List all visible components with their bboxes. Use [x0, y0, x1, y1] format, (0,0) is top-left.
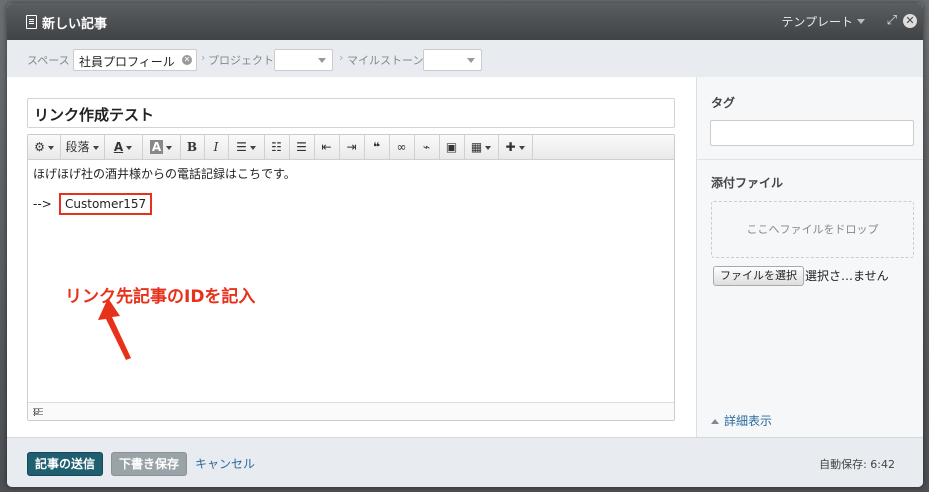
bullet-list-button[interactable]: ☷	[264, 135, 290, 159]
table-icon: ▦	[470, 140, 483, 154]
chevron-down-icon	[47, 145, 54, 150]
chevron-down-icon	[485, 145, 492, 150]
chevron-right-icon: ›	[339, 51, 344, 64]
tag-input[interactable]	[710, 120, 914, 146]
unlink-icon: ⌁	[422, 140, 431, 154]
rich-text-editor[interactable]: ⚙ 段落 A A B I ☰ ☷ ☰ ⇤ ⇥ ❝ ∞ ⌁ ▣ ▦ ✚ ほげほげ社…	[27, 134, 675, 421]
new-article-dialog: 新しい記事 テンプレート ⤢ ✕ スペース 社員プロフィール ✕ › プロジェク…	[7, 3, 923, 487]
italic-button[interactable]: I	[204, 135, 229, 159]
puzzle-icon: ✚	[505, 140, 516, 154]
indent-icon: ⇥	[346, 140, 357, 154]
dialog-footer: 記事の送信 下書き保存 キャンセル 自動保存: 6:42	[7, 437, 923, 487]
dialog-title: 新しい記事	[42, 17, 108, 32]
document-icon	[26, 15, 37, 29]
chevron-down-icon	[318, 58, 326, 63]
text-color-icon: A	[113, 140, 124, 154]
paragraph-format-select[interactable]: 段落	[60, 135, 105, 159]
paragraph-label: 段落	[65, 140, 90, 154]
plugin-menu[interactable]: ✚	[498, 135, 533, 159]
align-menu[interactable]: ☰	[228, 135, 265, 159]
project-label: プロジェクト	[208, 54, 274, 67]
link-button[interactable]: ∞	[389, 135, 415, 159]
table-menu[interactable]: ▦	[464, 135, 499, 159]
text-color-button[interactable]: A	[104, 135, 143, 159]
filter-bar: スペース 社員プロフィール ✕ › プロジェクト › マイルストーン	[7, 40, 923, 78]
sidebar: タグ 添付ファイル ここへファイルをドロップ ファイルを選択 選択さ…ません 詳…	[696, 77, 923, 437]
align-left-icon: ☰	[236, 140, 247, 154]
outdent-button[interactable]: ⇤	[314, 135, 340, 159]
close-icon[interactable]: ✕	[903, 14, 917, 28]
background-color-button[interactable]: A	[142, 135, 181, 159]
editor-statusbar: p	[28, 402, 674, 420]
template-menu[interactable]: テンプレート	[781, 13, 853, 30]
expand-icon[interactable]: ⤢	[887, 13, 897, 28]
chevron-down-icon	[126, 145, 133, 150]
link-icon: ∞	[396, 140, 407, 154]
bold-button[interactable]: B	[180, 135, 205, 159]
article-title-text: リンク作成テスト	[34, 106, 155, 124]
quote-icon: ❝	[372, 140, 381, 154]
gear-icon: ⚙	[34, 140, 45, 154]
chevron-down-icon[interactable]	[857, 19, 865, 24]
editor-line-1: ほげほげ社の酒井様からの電話記録はこちです。	[33, 167, 296, 181]
file-dropzone[interactable]: ここへファイルをドロップ	[711, 201, 914, 258]
editor-toolbar: ⚙ 段落 A A B I ☰ ☷ ☰ ⇤ ⇥ ❝ ∞ ⌁ ▣ ▦ ✚	[28, 135, 674, 160]
resize-grip-icon[interactable]	[33, 408, 43, 409]
autosave-status: 自動保存: 6:42	[819, 458, 895, 471]
article-title-input[interactable]: リンク作成テスト	[27, 98, 675, 128]
tag-label: タグ	[711, 96, 736, 110]
space-value: 社員プロフィール	[79, 55, 175, 69]
milestone-label: マイルストーン	[347, 54, 424, 67]
editor-area: リンク作成テスト ⚙ 段落 A A B I ☰ ☷ ☰ ⇤ ⇥ ❝ ∞ ⌁ ▣ …	[7, 77, 696, 437]
annotation-arrow-icon	[98, 298, 131, 360]
attachment-label: 添付ファイル	[711, 176, 784, 190]
clear-icon[interactable]: ✕	[182, 55, 192, 65]
chevron-down-icon	[166, 145, 173, 150]
cancel-link[interactable]: キャンセル	[195, 455, 255, 472]
space-label: スペース	[27, 54, 70, 67]
send-article-button[interactable]: 記事の送信	[27, 452, 104, 476]
blockquote-button[interactable]: ❝	[364, 135, 390, 159]
numbered-list-icon: ☰	[296, 140, 307, 154]
unlink-button[interactable]: ⌁	[414, 135, 440, 159]
bullet-list-icon: ☷	[271, 140, 282, 154]
no-file-text: 選択さ…ません	[805, 269, 889, 283]
chevron-down-icon	[467, 58, 475, 63]
link-id-highlight: Customer157	[59, 193, 153, 215]
indent-button[interactable]: ⇥	[339, 135, 365, 159]
image-icon: ▣	[445, 140, 458, 154]
milestone-select[interactable]	[423, 49, 482, 71]
element-path: p	[33, 404, 40, 417]
chevron-down-icon	[518, 145, 525, 150]
space-select[interactable]: 社員プロフィール ✕	[73, 49, 197, 71]
sidebar-divider	[697, 159, 923, 160]
background-color-icon: A	[149, 140, 164, 154]
outdent-icon: ⇤	[321, 140, 332, 154]
chevron-down-icon	[249, 145, 256, 150]
dialog-titlebar: 新しい記事 テンプレート ⤢ ✕	[7, 3, 923, 40]
save-draft-button[interactable]: 下書き保存	[111, 452, 188, 476]
triangle-up-icon	[711, 419, 719, 424]
project-select[interactable]	[274, 49, 333, 71]
editor-line-2-prefix: -->	[33, 197, 52, 211]
choose-file-button[interactable]: ファイルを選択	[713, 266, 804, 286]
show-details-label: 詳細表示	[724, 414, 773, 428]
chevron-down-icon	[92, 145, 99, 150]
show-details-link[interactable]: 詳細表示	[711, 412, 772, 429]
settings-menu[interactable]: ⚙	[28, 135, 61, 159]
image-button[interactable]: ▣	[439, 135, 465, 159]
annotation-text: リンク先記事のIDを記入	[65, 287, 256, 307]
chevron-right-icon: ›	[201, 51, 206, 64]
numbered-list-button[interactable]: ☰	[289, 135, 315, 159]
